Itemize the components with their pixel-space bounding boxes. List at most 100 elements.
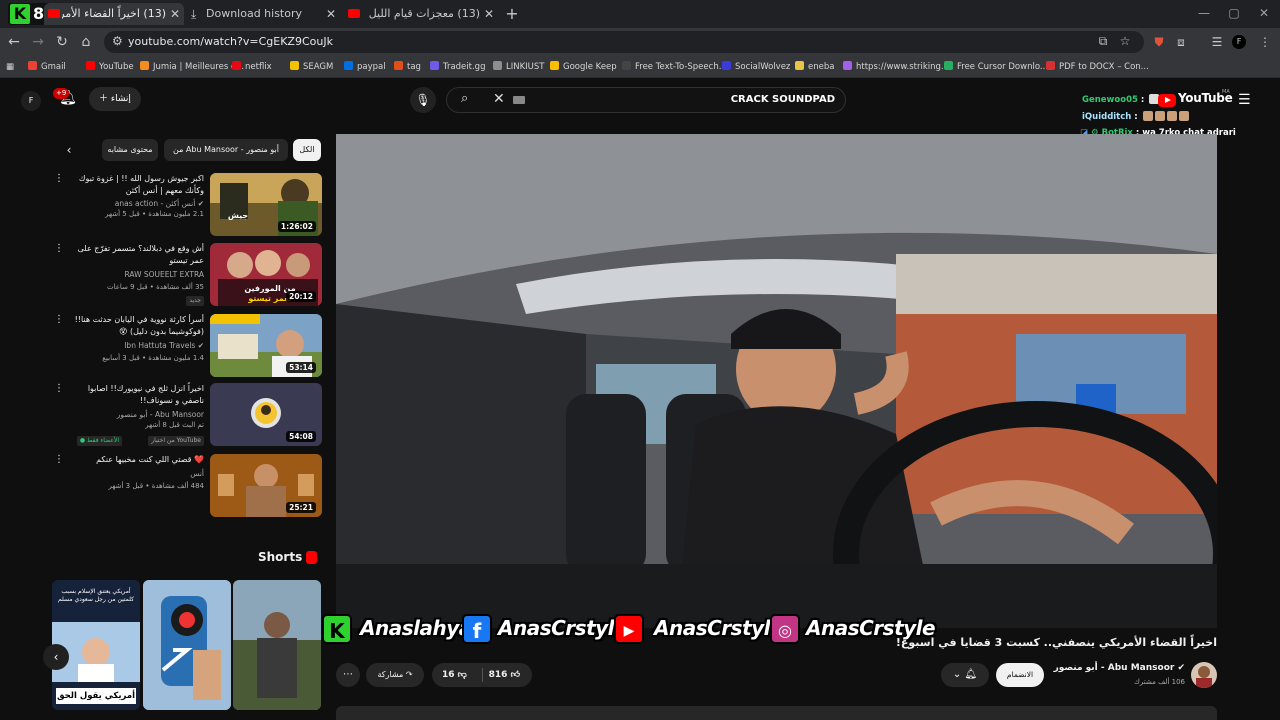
- recommendation-item[interactable]: 25:21 ❤️ قصتي اللي كنت مخبيها عنكم أنس 4…: [52, 454, 322, 518]
- bookmark-item[interactable]: Jumia | Meilleures o...: [140, 59, 244, 75]
- description-box[interactable]: [336, 706, 1217, 720]
- youtube-favicon-icon: [348, 9, 360, 18]
- more-actions-icon[interactable]: ⋯: [336, 663, 360, 687]
- bookmark-item[interactable]: Free Cursor Downlo...: [944, 59, 1048, 75]
- tab-other-video[interactable]: (13) معجزات قيام الليل | أنس أكث... ✕: [346, 3, 498, 25]
- recommendation-item[interactable]: 54:08 اخيراً انزل ثلج في نيويورك!! اصابو…: [52, 383, 322, 453]
- more-options-icon[interactable]: ⋮: [54, 383, 64, 394]
- video-title[interactable]: أش وقع في دبلالند؟ متسمر تفرّج على عمر ت…: [64, 243, 204, 267]
- subscription-bell-button[interactable]: ⌄ 🔔︎: [941, 663, 989, 687]
- bookmark-favicon-icon: [430, 61, 439, 70]
- extension-shield-icon[interactable]: ⛊: [1150, 33, 1168, 51]
- like-button[interactable]: 816 👍︎: [489, 663, 520, 687]
- short-item[interactable]: [143, 580, 231, 710]
- shorts-scroll-left-icon[interactable]: ‹: [43, 644, 69, 670]
- address-bar[interactable]: ⚙ youtube.com/watch?v=CgEKZ9CouJk ⧉ ☆: [104, 31, 1144, 53]
- close-tab-icon[interactable]: ✕: [168, 3, 182, 25]
- channel-name[interactable]: ✔︎ Abu Mansoor - أبو منصور: [1054, 663, 1185, 673]
- shorts-logo-icon: [306, 551, 317, 564]
- install-app-icon[interactable]: ⧉: [1094, 34, 1112, 50]
- account-avatar[interactable]: F: [21, 91, 41, 111]
- bookmark-item[interactable]: Google Keep: [550, 59, 617, 75]
- chip-from-channel[interactable]: من Abu Mansoor - أبو منصور: [164, 139, 288, 161]
- chip-all[interactable]: الكل: [293, 139, 321, 161]
- tab-download-history[interactable]: ⤓ Download history ✕: [188, 3, 340, 25]
- more-options-icon[interactable]: ⋮: [54, 173, 64, 184]
- clear-search-icon[interactable]: ✕: [493, 91, 505, 107]
- bookmark-item[interactable]: LINKIUST: [493, 59, 545, 75]
- apps-grid-icon[interactable]: ▦: [6, 59, 14, 75]
- bookmark-item[interactable]: SEAGM: [290, 59, 333, 75]
- new-tab-button[interactable]: +: [503, 3, 521, 25]
- video-thumbnail[interactable]: 53:14: [210, 314, 322, 377]
- close-tab-icon[interactable]: ✕: [324, 3, 338, 25]
- tab-video[interactable]: (13) اخيراً القضاء الأمريكي ينصفني... ✕: [44, 3, 184, 25]
- channel-name[interactable]: ✔︎ أنس أكثن - anas action: [64, 198, 204, 209]
- minimize-icon[interactable]: —: [1194, 4, 1214, 22]
- recommendation-item[interactable]: 53:14 أسرأ كارثة نووية في اليابان حدثت ه…: [52, 314, 322, 378]
- bookmark-item[interactable]: Tradeit.gg: [430, 59, 485, 75]
- more-options-icon[interactable]: ⋮: [54, 243, 64, 254]
- keyboard-icon[interactable]: [513, 96, 525, 104]
- home-icon[interactable]: ⌂: [76, 32, 96, 52]
- video-title[interactable]: ❤️ قصتي اللي كنت مخبيها عنكم: [64, 454, 204, 466]
- bookmark-item[interactable]: tag: [394, 59, 421, 75]
- search-input[interactable]: ⌕ ✕ CRACK SOUNDPAD: [446, 87, 846, 113]
- recommendation-item[interactable]: من المورفين لعمر تيستو 20:12 أش وقع في دب…: [52, 243, 322, 307]
- maximize-icon[interactable]: ▢: [1224, 4, 1244, 22]
- channel-name[interactable]: Abu Mansoor - أبو منصور: [64, 409, 204, 420]
- thumbs-up-icon: 👍︎: [510, 670, 520, 680]
- youtube-favicon-icon: [48, 9, 60, 18]
- bookmark-item[interactable]: https://www.striking...: [843, 59, 949, 75]
- video-thumbnail[interactable]: جيش 1:26:02: [210, 173, 322, 236]
- search-icon[interactable]: ⌕: [461, 91, 468, 106]
- tab-search-icon[interactable]: ☰: [1208, 33, 1226, 51]
- channel-avatar[interactable]: [1191, 662, 1217, 688]
- channel-name[interactable]: RAW SOUEELT EXTRA: [64, 269, 204, 280]
- chip-related[interactable]: محتوى مشابه: [102, 139, 158, 161]
- video-thumbnail[interactable]: من المورفين لعمر تيستو 20:12: [210, 243, 322, 306]
- bookmark-item[interactable]: YouTube: [86, 59, 134, 75]
- channel-name[interactable]: ✔︎ Ibn Hattuta Travels: [64, 340, 204, 351]
- video-player[interactable]: [336, 134, 1217, 628]
- bookmark-item[interactable]: Free Text-To-Speech...: [622, 59, 727, 75]
- close-window-icon[interactable]: ✕: [1254, 4, 1274, 22]
- bookmark-item[interactable]: SocialWolvez: [722, 59, 790, 75]
- reload-icon[interactable]: ↻: [52, 32, 72, 52]
- bookmark-star-icon[interactable]: ☆: [1116, 34, 1134, 50]
- video-thumbnail[interactable]: 25:21: [210, 454, 322, 517]
- video-title[interactable]: اخيراً انزل ثلج في نيويورك!! اصابوا ناصف…: [64, 383, 204, 407]
- bookmark-item[interactable]: paypal: [344, 59, 386, 75]
- back-icon[interactable]: ←: [4, 32, 24, 52]
- chips-scroll-left-icon[interactable]: ‹: [60, 139, 78, 161]
- bookmark-item[interactable]: netflix: [232, 59, 272, 75]
- browser-menu-icon[interactable]: ⋮: [1256, 33, 1274, 51]
- extensions-icon[interactable]: ⧈: [1172, 33, 1190, 51]
- create-button[interactable]: ＋ إنشاء: [89, 87, 141, 111]
- voice-search-mic-icon[interactable]: 🎙︎: [410, 87, 436, 113]
- video-title[interactable]: اكبر جيوش رسول الله !! | غزوة تبوك وكأنك…: [64, 173, 204, 197]
- video-title[interactable]: أسرأ كارثة نووية في اليابان حدثت هنا!! (…: [64, 314, 204, 338]
- forward-icon[interactable]: →: [28, 32, 48, 52]
- close-tab-icon[interactable]: ✕: [482, 3, 496, 25]
- menu-hamburger-icon[interactable]: ☰: [1238, 92, 1251, 108]
- recommendation-item[interactable]: جيش 1:26:02 اكبر جيوش رسول الله !! | غزو…: [52, 173, 322, 237]
- more-options-icon[interactable]: ⋮: [54, 314, 64, 325]
- join-button[interactable]: الانضمام: [996, 663, 1044, 687]
- bookmark-item[interactable]: eneba: [795, 59, 834, 75]
- channel-name[interactable]: أنس: [64, 468, 204, 479]
- site-info-icon[interactable]: ⚙: [112, 34, 123, 48]
- profile-avatar[interactable]: F: [1232, 35, 1246, 49]
- bookmark-item[interactable]: Gmail: [28, 59, 66, 75]
- share-button[interactable]: مشاركة ↷: [366, 663, 424, 687]
- youtube-play-icon: [1158, 94, 1176, 107]
- emote-icon: [1166, 111, 1177, 121]
- svg-text:لعمر تيستو: لعمر تيستو: [247, 294, 291, 303]
- more-options-icon[interactable]: ⋮: [54, 454, 64, 465]
- short-item[interactable]: أمريكي يعتنق الإسلام بسبب كلمتين من رجل …: [52, 580, 140, 710]
- video-thumbnail[interactable]: 54:08: [210, 383, 322, 446]
- tab-label: (13) اخيراً القضاء الأمريكي ينصفني...: [62, 7, 166, 20]
- dislike-button[interactable]: 16 👎︎: [442, 663, 467, 687]
- short-item[interactable]: [233, 580, 321, 710]
- bookmark-item[interactable]: PDF to DOCX – Con...: [1046, 59, 1149, 75]
